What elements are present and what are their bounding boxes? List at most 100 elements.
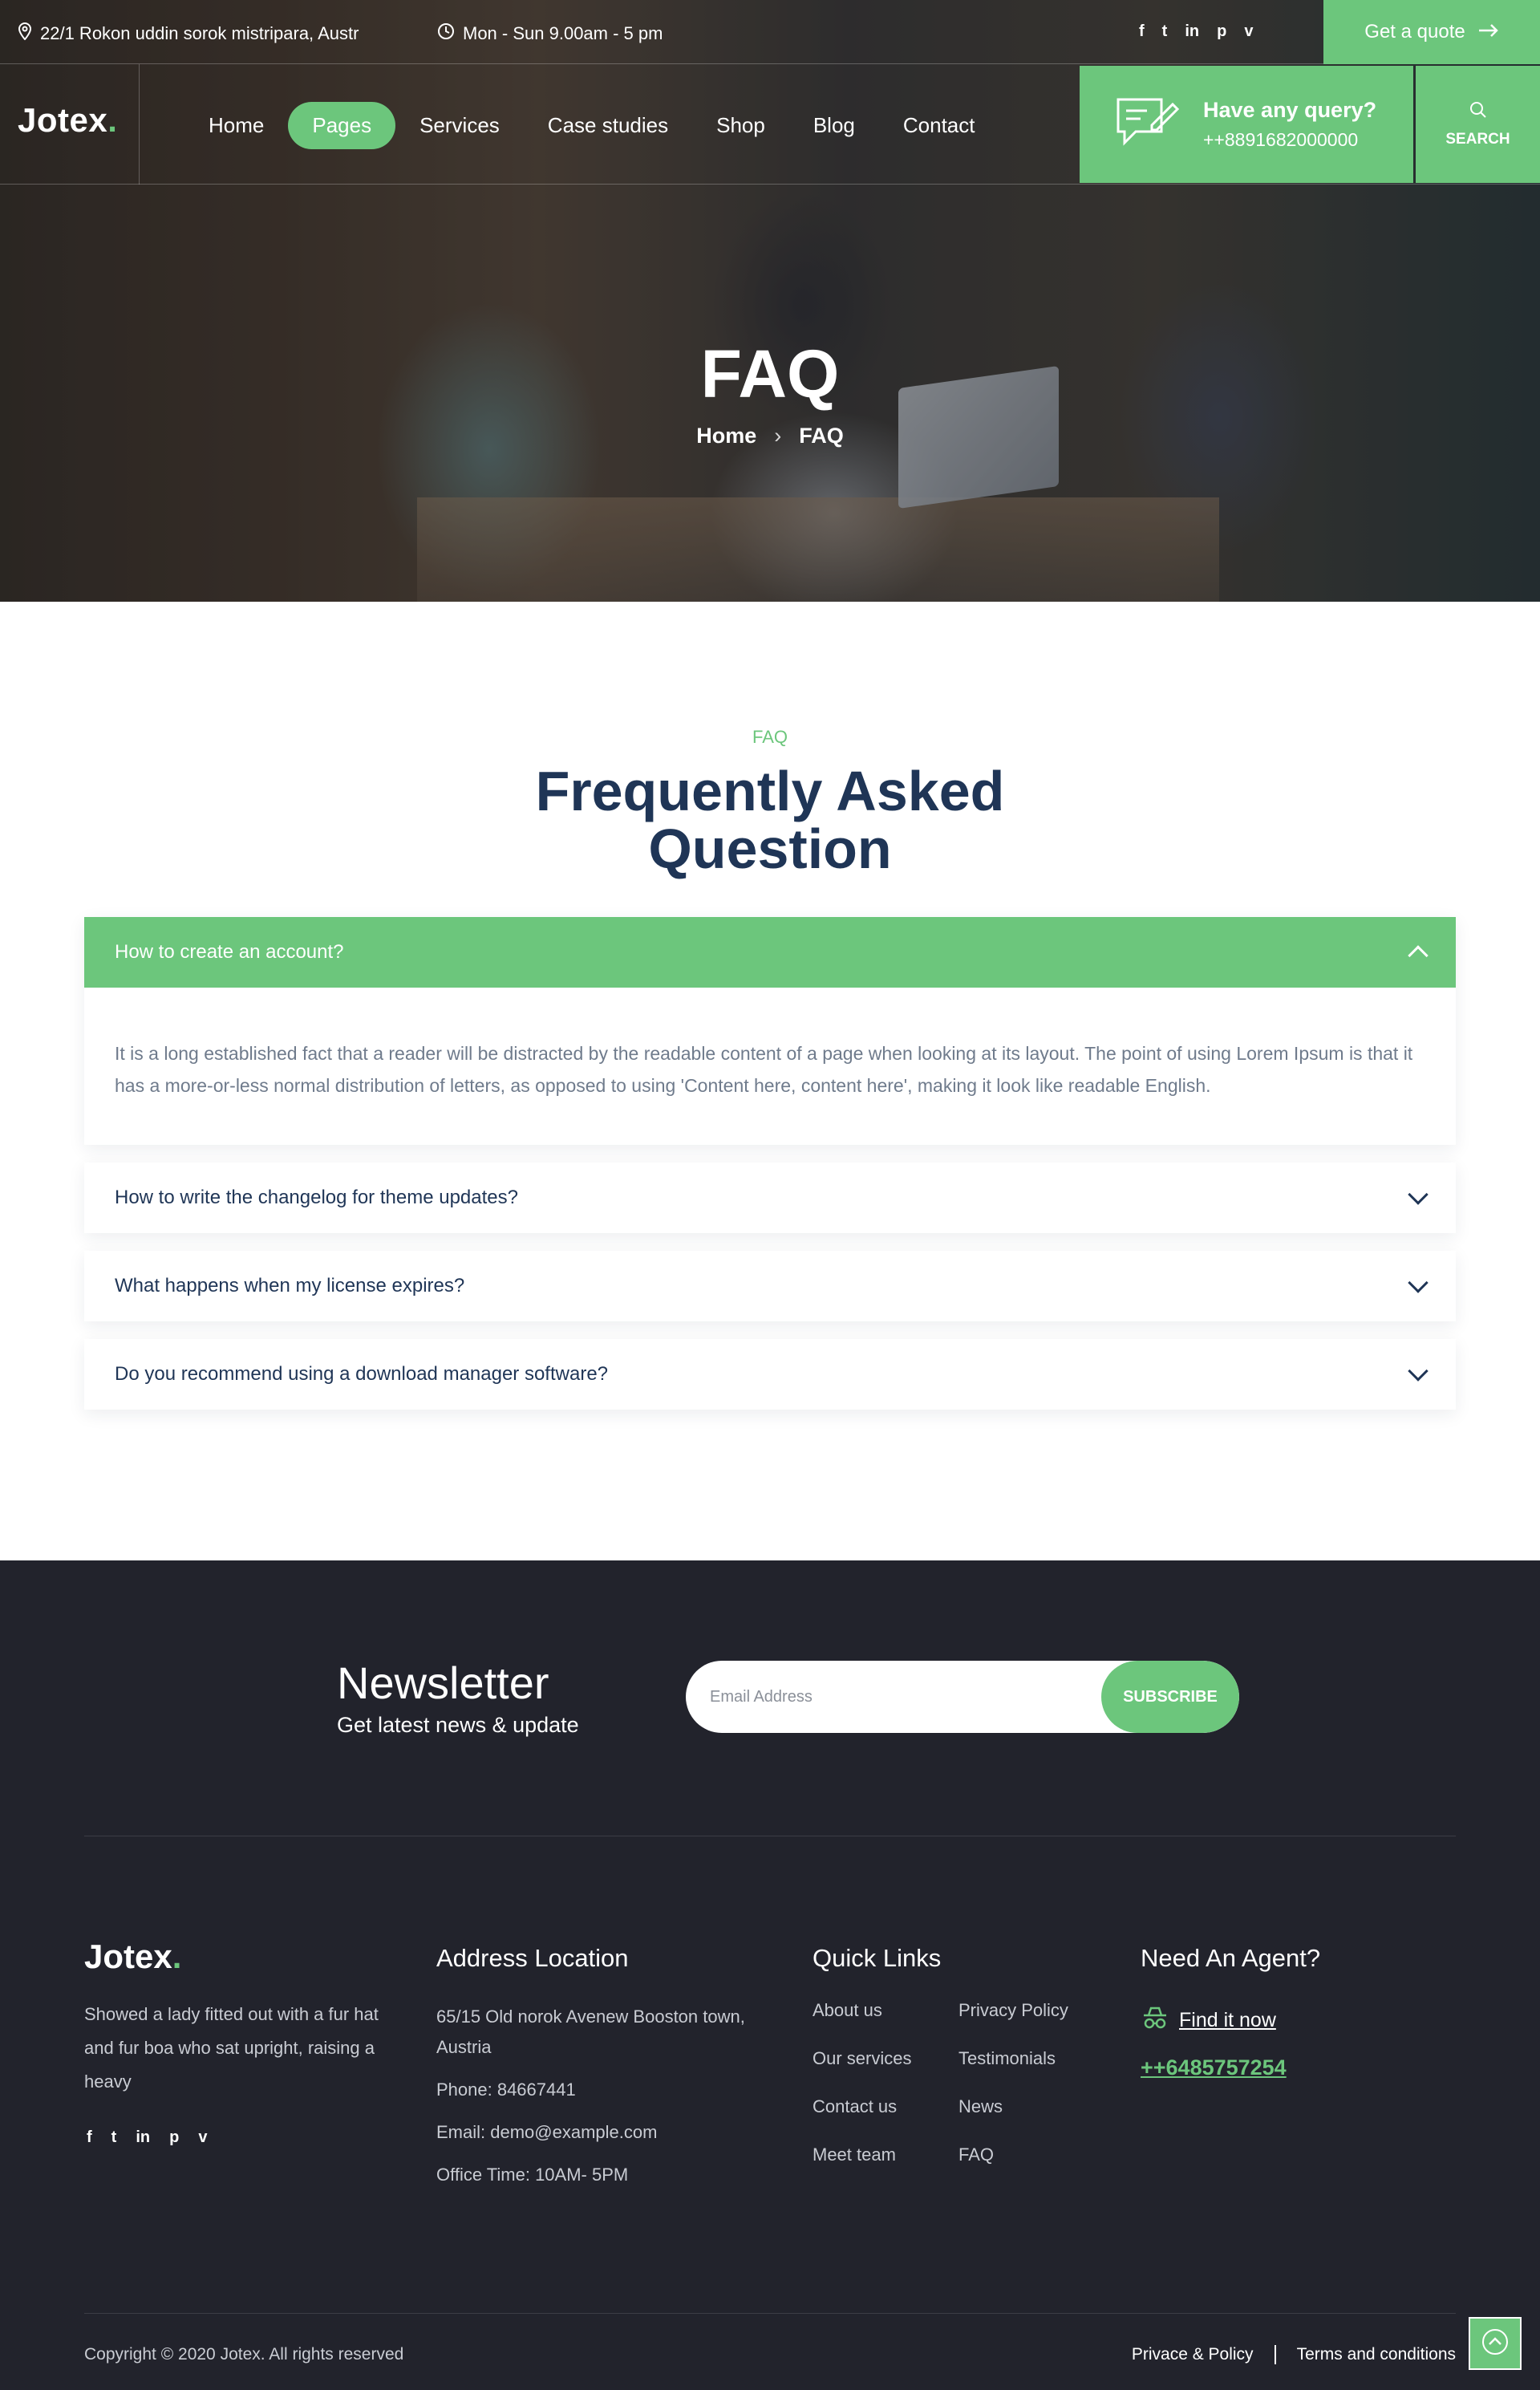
facebook-icon[interactable]: f: [1139, 22, 1145, 41]
top-bar: 22/1 Rokon uddin sorok mistripara, Austr…: [0, 0, 1540, 64]
quick-links-col-1: About us Our services Contact us Meet te…: [813, 2000, 911, 2193]
link-our-services[interactable]: Our services: [813, 2048, 911, 2069]
find-agent-label: Find it now: [1179, 2009, 1276, 2031]
nav-item-case-studies[interactable]: Case studies: [524, 102, 692, 149]
find-agent-link[interactable]: Find it now: [1141, 2006, 1276, 2035]
agent-spy-icon: [1141, 2006, 1169, 2035]
link-privacy-policy[interactable]: Privacy Policy: [958, 2000, 1068, 2021]
chevron-right-icon: ›: [774, 424, 782, 448]
nav-item-contact[interactable]: Contact: [879, 102, 999, 149]
subscribe-button[interactable]: SUBSCRIBE: [1101, 1661, 1239, 1733]
link-contact-us[interactable]: Contact us: [813, 2096, 911, 2117]
newsletter-email-input[interactable]: [686, 1661, 1101, 1733]
faq-item: What happens when my license expires?: [84, 1251, 1456, 1321]
get-quote-button[interactable]: Get a quote: [1323, 0, 1540, 64]
site-logo[interactable]: Jotex.: [18, 101, 117, 140]
search-button[interactable]: SEARCH: [1416, 66, 1540, 183]
faq-heading: Frequently Asked Question: [535, 760, 1005, 880]
link-testimonials[interactable]: Testimonials: [958, 2048, 1068, 2069]
nav-item-blog[interactable]: Blog: [789, 102, 879, 149]
search-label: SEARCH: [1445, 131, 1510, 148]
legal-divider: [1274, 2345, 1276, 2364]
footer-bottom-divider: [84, 2313, 1456, 2314]
linkedin-icon[interactable]: in: [136, 2128, 150, 2147]
faq-item: How to write the changelog for theme upd…: [84, 1163, 1456, 1233]
site-footer: Newsletter Get latest news & update SUBS…: [0, 1560, 1540, 2390]
page-title: FAQ: [700, 336, 840, 412]
faq-answer: It is a long established fact that a rea…: [115, 1043, 1413, 1096]
search-icon: [1469, 100, 1488, 124]
nav-item-services[interactable]: Services: [395, 102, 524, 149]
faq-question-toggle[interactable]: Do you recommend using a download manage…: [84, 1339, 1456, 1410]
twitter-icon[interactable]: t: [111, 2128, 117, 2147]
twitter-icon[interactable]: t: [1162, 22, 1168, 41]
faq-question-toggle[interactable]: How to write the changelog for theme upd…: [84, 1163, 1456, 1233]
topbar-hours: Mon - Sun 9.00am - 5 pm: [437, 22, 663, 45]
main-navbar: Jotex. Home Pages Services Case studies …: [0, 64, 1540, 185]
nav-item-home[interactable]: Home: [184, 102, 288, 149]
chevron-down-icon: [1408, 1361, 1429, 1382]
faq-item: How to create an account? It is a long e…: [84, 917, 1456, 1145]
link-privace-policy[interactable]: Privace & Policy: [1132, 2345, 1254, 2364]
chevron-down-icon: [1408, 1184, 1429, 1205]
link-meet-team[interactable]: Meet team: [813, 2145, 911, 2165]
nav-item-shop[interactable]: Shop: [692, 102, 789, 149]
newsletter-title: Newsletter: [337, 1658, 549, 1708]
address-text: 65/15 Old norok Avenew Booston town, Aus…: [436, 2007, 745, 2057]
link-news[interactable]: News: [958, 2096, 1068, 2117]
address-block: 65/15 Old norok Avenew Booston town, Aus…: [436, 2002, 757, 2202]
link-about-us[interactable]: About us: [813, 2000, 911, 2021]
faq-question: What happens when my license expires?: [115, 1275, 465, 1296]
address-office-time: Office Time: 10AM- 5PM: [436, 2165, 629, 2185]
topbar-address: 22/1 Rokon uddin sorok mistripara, Austr: [18, 22, 359, 45]
pinterest-icon[interactable]: p: [169, 2128, 179, 2147]
pinterest-icon[interactable]: p: [1217, 22, 1226, 41]
linkedin-icon[interactable]: in: [1185, 22, 1199, 41]
vimeo-icon[interactable]: v: [1244, 22, 1253, 41]
clock-icon: [437, 22, 455, 45]
topbar-hours-text: Mon - Sun 9.00am - 5 pm: [463, 23, 663, 43]
topbar-socials: f t in p v: [1139, 22, 1253, 41]
location-pin-icon: [18, 22, 32, 45]
faq-question: How to create an account?: [115, 941, 344, 963]
nav-item-pages[interactable]: Pages: [288, 102, 396, 149]
newsletter-form: SUBSCRIBE: [686, 1661, 1239, 1733]
hero-banner: 22/1 Rokon uddin sorok mistripara, Austr…: [0, 0, 1540, 602]
facebook-icon[interactable]: f: [87, 2128, 92, 2147]
nav-divider: [139, 64, 140, 185]
newsletter-subtitle: Get latest news & update: [337, 1713, 579, 1737]
agent-title: Need An Agent?: [1141, 1944, 1321, 1972]
faq-question-toggle[interactable]: What happens when my license expires?: [84, 1251, 1456, 1321]
breadcrumb-home[interactable]: Home: [696, 424, 756, 448]
footer-about: Showed a lady fitted out with a fur hat …: [84, 2004, 379, 2092]
arrow-up-circle-icon: [1481, 2327, 1510, 2360]
get-quote-label: Get a quote: [1364, 21, 1465, 43]
breadcrumb-current: FAQ: [799, 424, 844, 448]
address-title: Address Location: [436, 1944, 629, 1972]
chevron-down-icon: [1408, 1272, 1429, 1293]
query-title: Have any query?: [1203, 98, 1377, 122]
agent-phone-link[interactable]: ++6485757254: [1141, 2055, 1287, 2080]
footer-socials: f t in p v: [87, 2128, 207, 2147]
address-email: Email: demo@example.com: [436, 2122, 658, 2142]
footer-logo[interactable]: Jotex.: [84, 1938, 181, 1976]
query-text: Have any query? ++8891682000000: [1203, 98, 1376, 151]
faq-section-tag: FAQ: [752, 727, 788, 747]
scroll-to-top-button[interactable]: [1469, 2317, 1522, 2370]
link-faq[interactable]: FAQ: [958, 2145, 1068, 2165]
breadcrumb: Home › FAQ: [0, 424, 1540, 448]
link-terms[interactable]: Terms and conditions: [1297, 2345, 1456, 2364]
faq-question: Do you recommend using a download manage…: [115, 1363, 609, 1385]
legal-links: Privace & Policy Terms and conditions: [1132, 2345, 1456, 2364]
chevron-up-icon: [1408, 945, 1429, 966]
vimeo-icon[interactable]: v: [198, 2128, 207, 2147]
query-box[interactable]: Have any query? ++8891682000000: [1080, 66, 1413, 183]
message-edit-icon: [1115, 95, 1180, 155]
main-nav: Home Pages Services Case studies Shop Bl…: [184, 102, 999, 149]
address-phone: Phone: 84667441: [436, 2080, 576, 2100]
faq-accordion: How to create an account? It is a long e…: [84, 917, 1456, 1427]
query-phone[interactable]: ++8891682000000: [1203, 129, 1376, 151]
faq-question: How to write the changelog for theme upd…: [115, 1187, 518, 1208]
topbar-address-text: 22/1 Rokon uddin sorok mistripara, Austr: [40, 23, 359, 43]
faq-question-toggle[interactable]: How to create an account?: [84, 917, 1456, 988]
